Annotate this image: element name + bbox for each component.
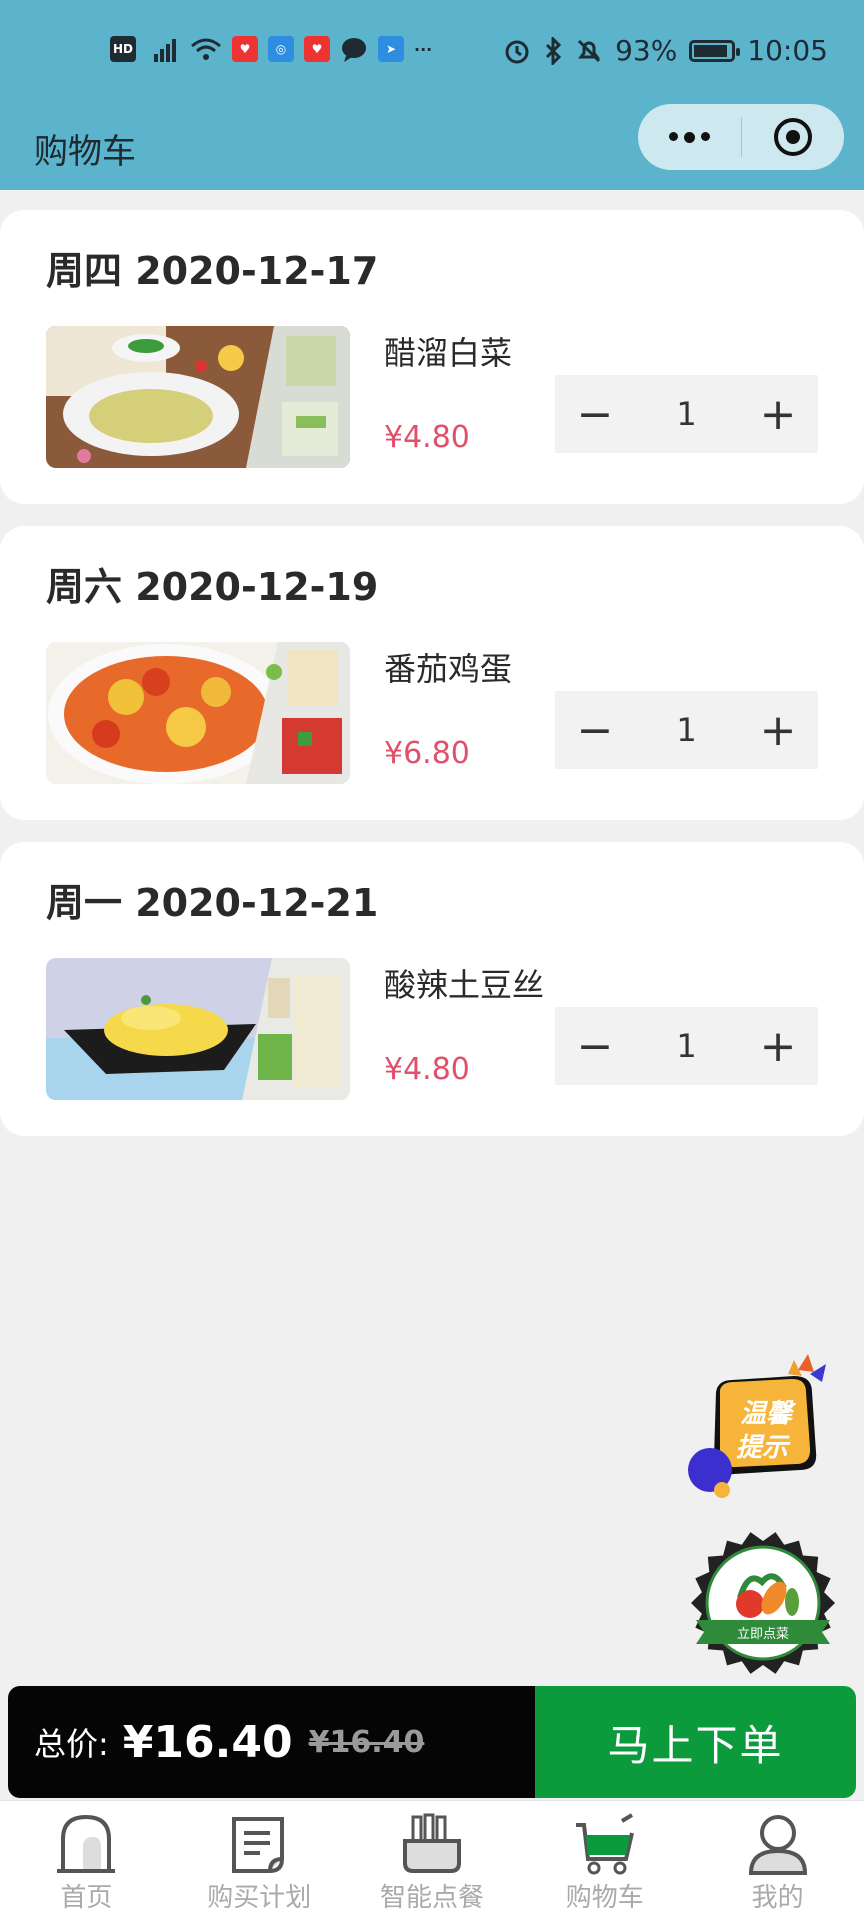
tab-home[interactable]: 首页 (0, 1801, 173, 1920)
card-date: 周一 2020-12-21 (46, 881, 379, 925)
more-button[interactable] (638, 104, 741, 170)
alarm-icon (505, 40, 529, 63)
dish-image[interactable] (46, 642, 350, 784)
dish-price: ¥4.80 (384, 1052, 470, 1087)
app-icon-4: ➤ (378, 36, 404, 62)
total-label: 总价: (34, 1725, 109, 1763)
signal-4g-icon (154, 39, 176, 62)
mute-icon (578, 39, 601, 62)
decrease-button[interactable]: − (555, 375, 635, 453)
quantity-value: 1 (676, 1027, 697, 1065)
tip-badge-line1: 温馨 (740, 1399, 796, 1429)
dish-name: 醋溜白菜 (384, 334, 513, 372)
home-icon (57, 1814, 116, 1873)
page-title: 购物车 (34, 132, 136, 172)
tab-label: 购买计划 (207, 1883, 312, 1913)
dish-image[interactable] (46, 326, 350, 468)
card-date: 周四 2020-12-17 (46, 249, 379, 293)
dish-price: ¥4.80 (384, 420, 470, 455)
dish-price: ¥6.80 (384, 736, 470, 771)
dish-name: 番茄鸡蛋 (384, 650, 513, 688)
tab-label: 首页 (60, 1883, 113, 1913)
increase-button[interactable]: + (738, 1007, 818, 1085)
quantity-stepper: − 1 + (555, 1007, 818, 1085)
increase-button[interactable]: + (738, 691, 818, 769)
nav-bar: 购物车 (0, 104, 864, 190)
decrease-button[interactable]: − (555, 691, 635, 769)
quantity-value: 1 (676, 711, 697, 749)
order-now-text: 立即点菜 (737, 1627, 789, 1642)
tab-cart[interactable]: 购物车 (518, 1801, 691, 1920)
dish-image[interactable] (46, 958, 350, 1100)
status-icons-right: 93% 10:05 (503, 34, 828, 67)
target-icon (773, 118, 812, 156)
tab-purchase-plan[interactable]: 购买计划 (173, 1801, 346, 1920)
wifi-icon (191, 38, 221, 60)
total-price: ¥16.40 (122, 1716, 293, 1768)
close-miniprogram-button[interactable] (742, 104, 845, 170)
place-order-button[interactable]: 马上下单 (535, 1686, 856, 1798)
app-icon-1: ♥ (232, 36, 258, 62)
cart-day-card: 周四 2020-12-17 醋溜白菜 ¥4.80 − 1 + (0, 210, 864, 504)
increase-button[interactable]: + (738, 375, 818, 453)
tip-badge-line2: 提示 (736, 1433, 791, 1463)
cart-day-card: 周六 2020-12-19 番茄鸡蛋 ¥6.80 − 1 + (0, 526, 864, 820)
more-notifications: ··· (414, 39, 433, 59)
status-icons-left: HD ♥ ◎ ♥ ➤ ··· (110, 36, 432, 62)
checkout-bar: 总价: ¥16.40 ¥16.40 马上下单 (8, 1686, 856, 1798)
quantity-stepper: − 1 + (555, 691, 818, 769)
tab-label: 我的 (751, 1883, 804, 1913)
tab-label: 智能点餐 (379, 1883, 484, 1913)
status-bar: HD ♥ ◎ ♥ ➤ ··· 93% 10:05 (0, 0, 864, 104)
decrease-button[interactable]: − (555, 1007, 635, 1085)
mini-program-capsule (638, 104, 844, 170)
quantity-stepper: − 1 + (555, 375, 818, 453)
clock: 10:05 (747, 34, 828, 67)
cart-day-card: 周一 2020-12-21 酸辣土豆丝 ¥4.80 − 1 + (0, 842, 864, 1136)
app-icon-2: ◎ (268, 36, 294, 62)
card-date: 周六 2020-12-19 (46, 565, 379, 609)
total-area: 总价: ¥16.40 ¥16.40 (8, 1686, 535, 1798)
tab-profile[interactable]: 我的 (691, 1801, 864, 1920)
more-dots-icon (668, 131, 710, 143)
smart-order-icon (402, 1813, 461, 1873)
app-icon-3: ♥ (304, 36, 330, 62)
plan-icon (232, 1817, 285, 1873)
cart-icon (575, 1813, 634, 1875)
order-now-badge[interactable]: 立即点菜 (688, 1528, 838, 1678)
tip-badge[interactable]: 温馨 提示 (686, 1352, 836, 1502)
hd-icon: HD (110, 36, 136, 62)
tab-label: 购物车 (565, 1883, 644, 1913)
quantity-value: 1 (676, 395, 697, 433)
bluetooth-icon (546, 36, 562, 65)
original-price: ¥16.40 (308, 1724, 425, 1760)
battery-percent: 93% (615, 34, 678, 67)
profile-icon (748, 1815, 807, 1875)
tab-bar: 首页 购买计划 智能点餐 购物车 我的 (0, 1800, 864, 1920)
tab-smart-order[interactable]: 智能点餐 (346, 1801, 519, 1920)
dish-name: 酸辣土豆丝 (384, 966, 545, 1004)
battery-icon (689, 39, 741, 62)
chat-icon (342, 38, 366, 62)
